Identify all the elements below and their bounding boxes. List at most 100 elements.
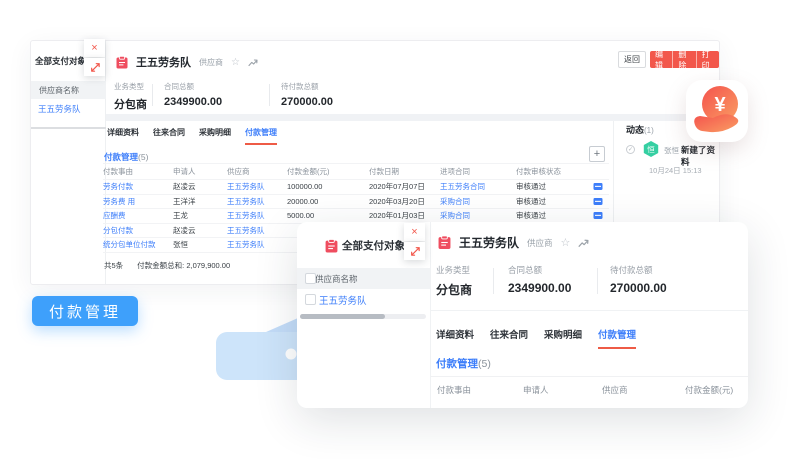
- info-business-type: 业务类型 分包商: [114, 81, 147, 112]
- table-row: 劳务费 用 王洋洋 王五劳务队 20000.00 2020年03月20日 采购合…: [103, 195, 609, 210]
- edit-button[interactable]: 编辑: [650, 51, 672, 68]
- popup-list-item[interactable]: 王五劳务队: [297, 289, 430, 311]
- table-row: 劳务付款 赵凌云 王五劳务队 100000.00 2020年07月07日 王五劳…: [103, 180, 609, 195]
- payment-target-list-panel: 全部支付对象 供应商名称 王五劳务队: [31, 41, 106, 284]
- supplier-link[interactable]: 王五劳务队: [227, 196, 287, 207]
- col-supplier: 供应商: [227, 166, 287, 177]
- info-label: 合同总额: [164, 81, 222, 92]
- status-cell: 审核通过: [516, 196, 582, 207]
- info-value: 270000.00: [610, 281, 667, 295]
- section-count: (5): [138, 152, 148, 162]
- tab-purchase-detail[interactable]: 采购明细: [199, 127, 231, 145]
- tab-detail-info[interactable]: 详细资料: [436, 327, 474, 349]
- supplier-link[interactable]: 王五劳务队: [227, 181, 287, 192]
- share-icon[interactable]: [578, 238, 589, 248]
- feature-badge: 付款管理: [32, 296, 138, 326]
- popup-info-pending-total: 待付款总额 270000.00: [610, 264, 667, 295]
- check-circle-icon: ✓: [626, 145, 635, 154]
- supplier-link[interactable]: 王五劳务队: [227, 239, 287, 250]
- section-separator: [430, 310, 748, 311]
- reason-link[interactable]: 劳务付款: [103, 181, 173, 192]
- amount-sum: 付款金额总和: 2,079,900.00: [137, 260, 230, 271]
- payment-record-icon[interactable]: [593, 211, 603, 220]
- info-value: 2349900.00: [164, 96, 222, 108]
- supplier-column-label: 供应商名称: [39, 85, 79, 96]
- hand-icon: [694, 114, 738, 132]
- payment-feature-icon: ¥: [686, 80, 748, 142]
- add-payment-button[interactable]: +: [589, 146, 605, 162]
- tab-payment-management[interactable]: 付款管理: [245, 127, 277, 145]
- activity-user: 张恒: [664, 145, 679, 156]
- panel-divider: [31, 127, 106, 129]
- back-button-label: 返回: [624, 54, 640, 65]
- horizontal-scrollbar: [300, 314, 426, 319]
- star-icon[interactable]: ☆: [561, 236, 571, 249]
- popup-section-title: 付款管理(5): [436, 356, 491, 371]
- tab-contracts[interactable]: 往来合同: [153, 127, 185, 145]
- payment-record-icon[interactable]: [593, 182, 603, 191]
- record-header: 王五劳务队 供应商 ☆: [116, 54, 258, 70]
- tab-detail-info[interactable]: 详细资料: [107, 127, 139, 145]
- supplier-link[interactable]: 王五劳务队: [227, 225, 287, 236]
- status-cell: 审核通过: [516, 181, 582, 192]
- screenshot-stage: 全部支付对象 供应商名称 王五劳务队 × 王五劳务队 供应商 ☆ 返回 编辑: [0, 0, 792, 459]
- info-label: 业务类型: [114, 81, 147, 92]
- detail-tabs: 详细资料 往来合同 采购明细 付款管理: [107, 127, 277, 145]
- popup-supplier-column-header: 供应商名称: [297, 268, 430, 289]
- avatar-letter: 恒: [647, 144, 655, 155]
- popup-record-type-label: 供应商: [527, 237, 553, 249]
- reason-link[interactable]: 分包付款: [103, 225, 173, 236]
- divider: [269, 84, 270, 106]
- activity-timestamp: 10月24日 15:13: [649, 165, 702, 176]
- close-icon[interactable]: ×: [404, 223, 425, 241]
- popup-info-business-type: 业务类型 分包商: [436, 264, 472, 298]
- popup-supplier-column-label: 供应商名称: [315, 273, 358, 285]
- info-value: 分包商: [114, 96, 147, 112]
- action-button-group: 编辑 删除 打印: [650, 51, 719, 68]
- popup-table-header-row: 付款事由 申请人 供应商 付款金额(元): [430, 376, 748, 377]
- col-reason: 付款事由: [103, 166, 173, 177]
- applicant-cell: 张恒: [173, 239, 227, 250]
- amount-cell: 20000.00: [287, 197, 369, 206]
- popup-title: 王五劳务队: [459, 234, 519, 251]
- feature-badge-label: 付款管理: [49, 301, 121, 322]
- list-item-supplier[interactable]: 王五劳务队: [31, 99, 106, 119]
- star-icon[interactable]: ☆: [231, 57, 240, 68]
- amount-cell: 5000.00: [287, 211, 369, 220]
- tab-contracts[interactable]: 往来合同: [490, 327, 528, 349]
- record-type-label: 供应商: [199, 57, 223, 68]
- contract-link[interactable]: 王五劳务合同: [440, 181, 516, 192]
- section-count: (5): [478, 358, 491, 370]
- tab-payment-management[interactable]: 付款管理: [598, 327, 636, 349]
- close-icon[interactable]: ×: [84, 39, 105, 57]
- reason-link[interactable]: 劳务费 用: [103, 196, 173, 207]
- col-applicant: 申请人: [173, 166, 227, 177]
- applicant-cell: 赵凌云: [173, 181, 227, 192]
- status-cell: 审核通过: [516, 210, 582, 221]
- supplier-link[interactable]: 王五劳务队: [227, 210, 287, 221]
- info-label: 业务类型: [436, 264, 472, 276]
- share-icon[interactable]: [248, 58, 258, 67]
- avatar: 恒: [643, 141, 659, 157]
- info-value: 270000.00: [281, 96, 333, 108]
- scrollbar-thumb[interactable]: [300, 314, 385, 319]
- back-button[interactable]: 返回: [618, 51, 646, 68]
- payment-record-icon[interactable]: [593, 197, 603, 206]
- tab-purchase-detail[interactable]: 采购明细: [544, 327, 582, 349]
- expand-icon[interactable]: [84, 58, 105, 76]
- clipboard-icon: [116, 56, 128, 69]
- print-button[interactable]: 打印: [696, 51, 719, 68]
- contract-link[interactable]: 采购合同: [440, 210, 516, 221]
- row-checkbox[interactable]: [305, 294, 316, 305]
- section-title-label: 付款管理: [104, 152, 138, 162]
- info-value: 分包商: [436, 281, 472, 298]
- divider: [493, 268, 494, 294]
- reason-link[interactable]: 应酬费: [103, 210, 173, 221]
- delete-button[interactable]: 删除: [672, 51, 695, 68]
- popup-list-title-label: 全部支付对象: [342, 238, 405, 253]
- reason-link[interactable]: 统分包单位付款: [103, 239, 173, 250]
- contract-link[interactable]: 采购合同: [440, 196, 516, 207]
- col-amount: 付款金额(元): [287, 166, 369, 177]
- expand-icon[interactable]: [404, 242, 425, 260]
- select-all-checkbox[interactable]: [305, 273, 316, 284]
